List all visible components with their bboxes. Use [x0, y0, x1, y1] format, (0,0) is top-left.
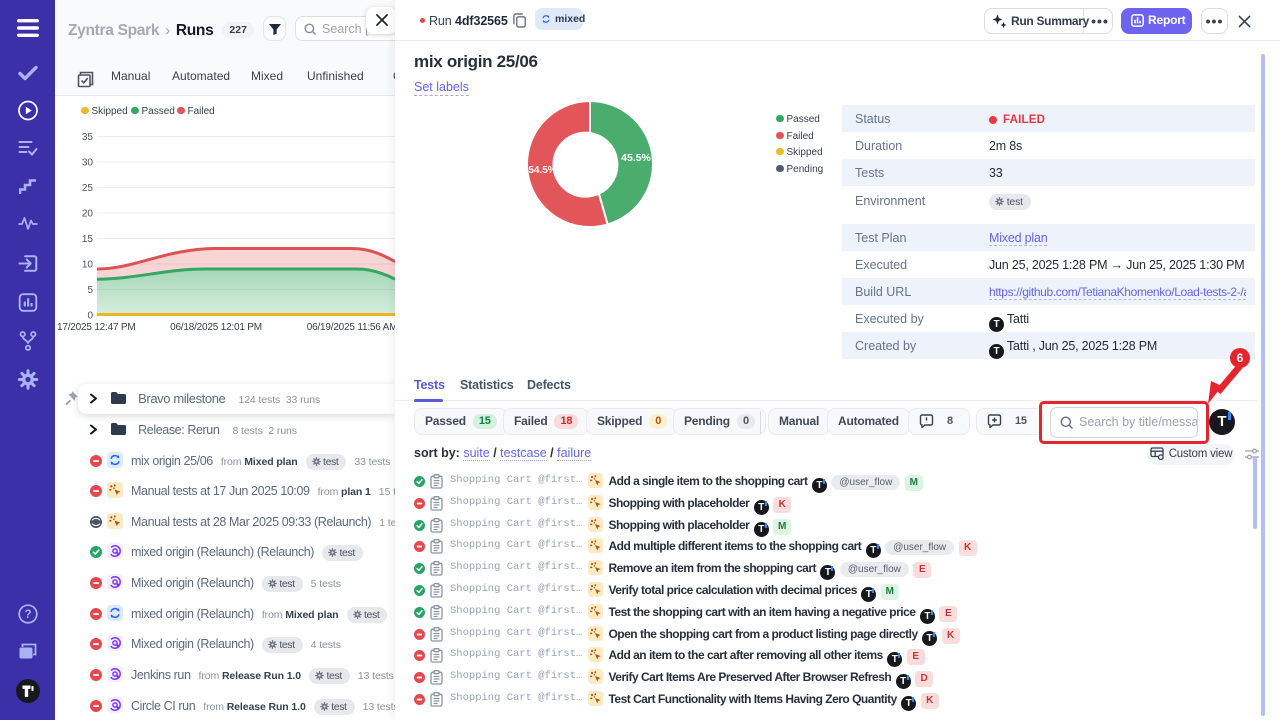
- svg-text:35: 35: [82, 132, 94, 143]
- svg-text:17/2025 12:47 PM: 17/2025 12:47 PM: [57, 322, 136, 333]
- svg-text:25: 25: [82, 183, 94, 194]
- svg-text:?: ?: [24, 609, 31, 621]
- svg-text:5: 5: [87, 285, 93, 296]
- svg-text:06/19/2025 11:56 AM: 06/19/2025 11:56 AM: [307, 322, 395, 333]
- svg-text:0: 0: [87, 311, 93, 322]
- svg-text:45.5%: 45.5%: [621, 152, 651, 164]
- svg-text:54.5%: 54.5%: [528, 165, 556, 176]
- svg-text:15: 15: [82, 234, 94, 245]
- svg-text:30: 30: [82, 158, 94, 169]
- svg-text:06/18/2025 12:01 PM: 06/18/2025 12:01 PM: [170, 322, 262, 333]
- svg-text:10: 10: [82, 260, 94, 271]
- svg-text:20: 20: [82, 209, 94, 220]
